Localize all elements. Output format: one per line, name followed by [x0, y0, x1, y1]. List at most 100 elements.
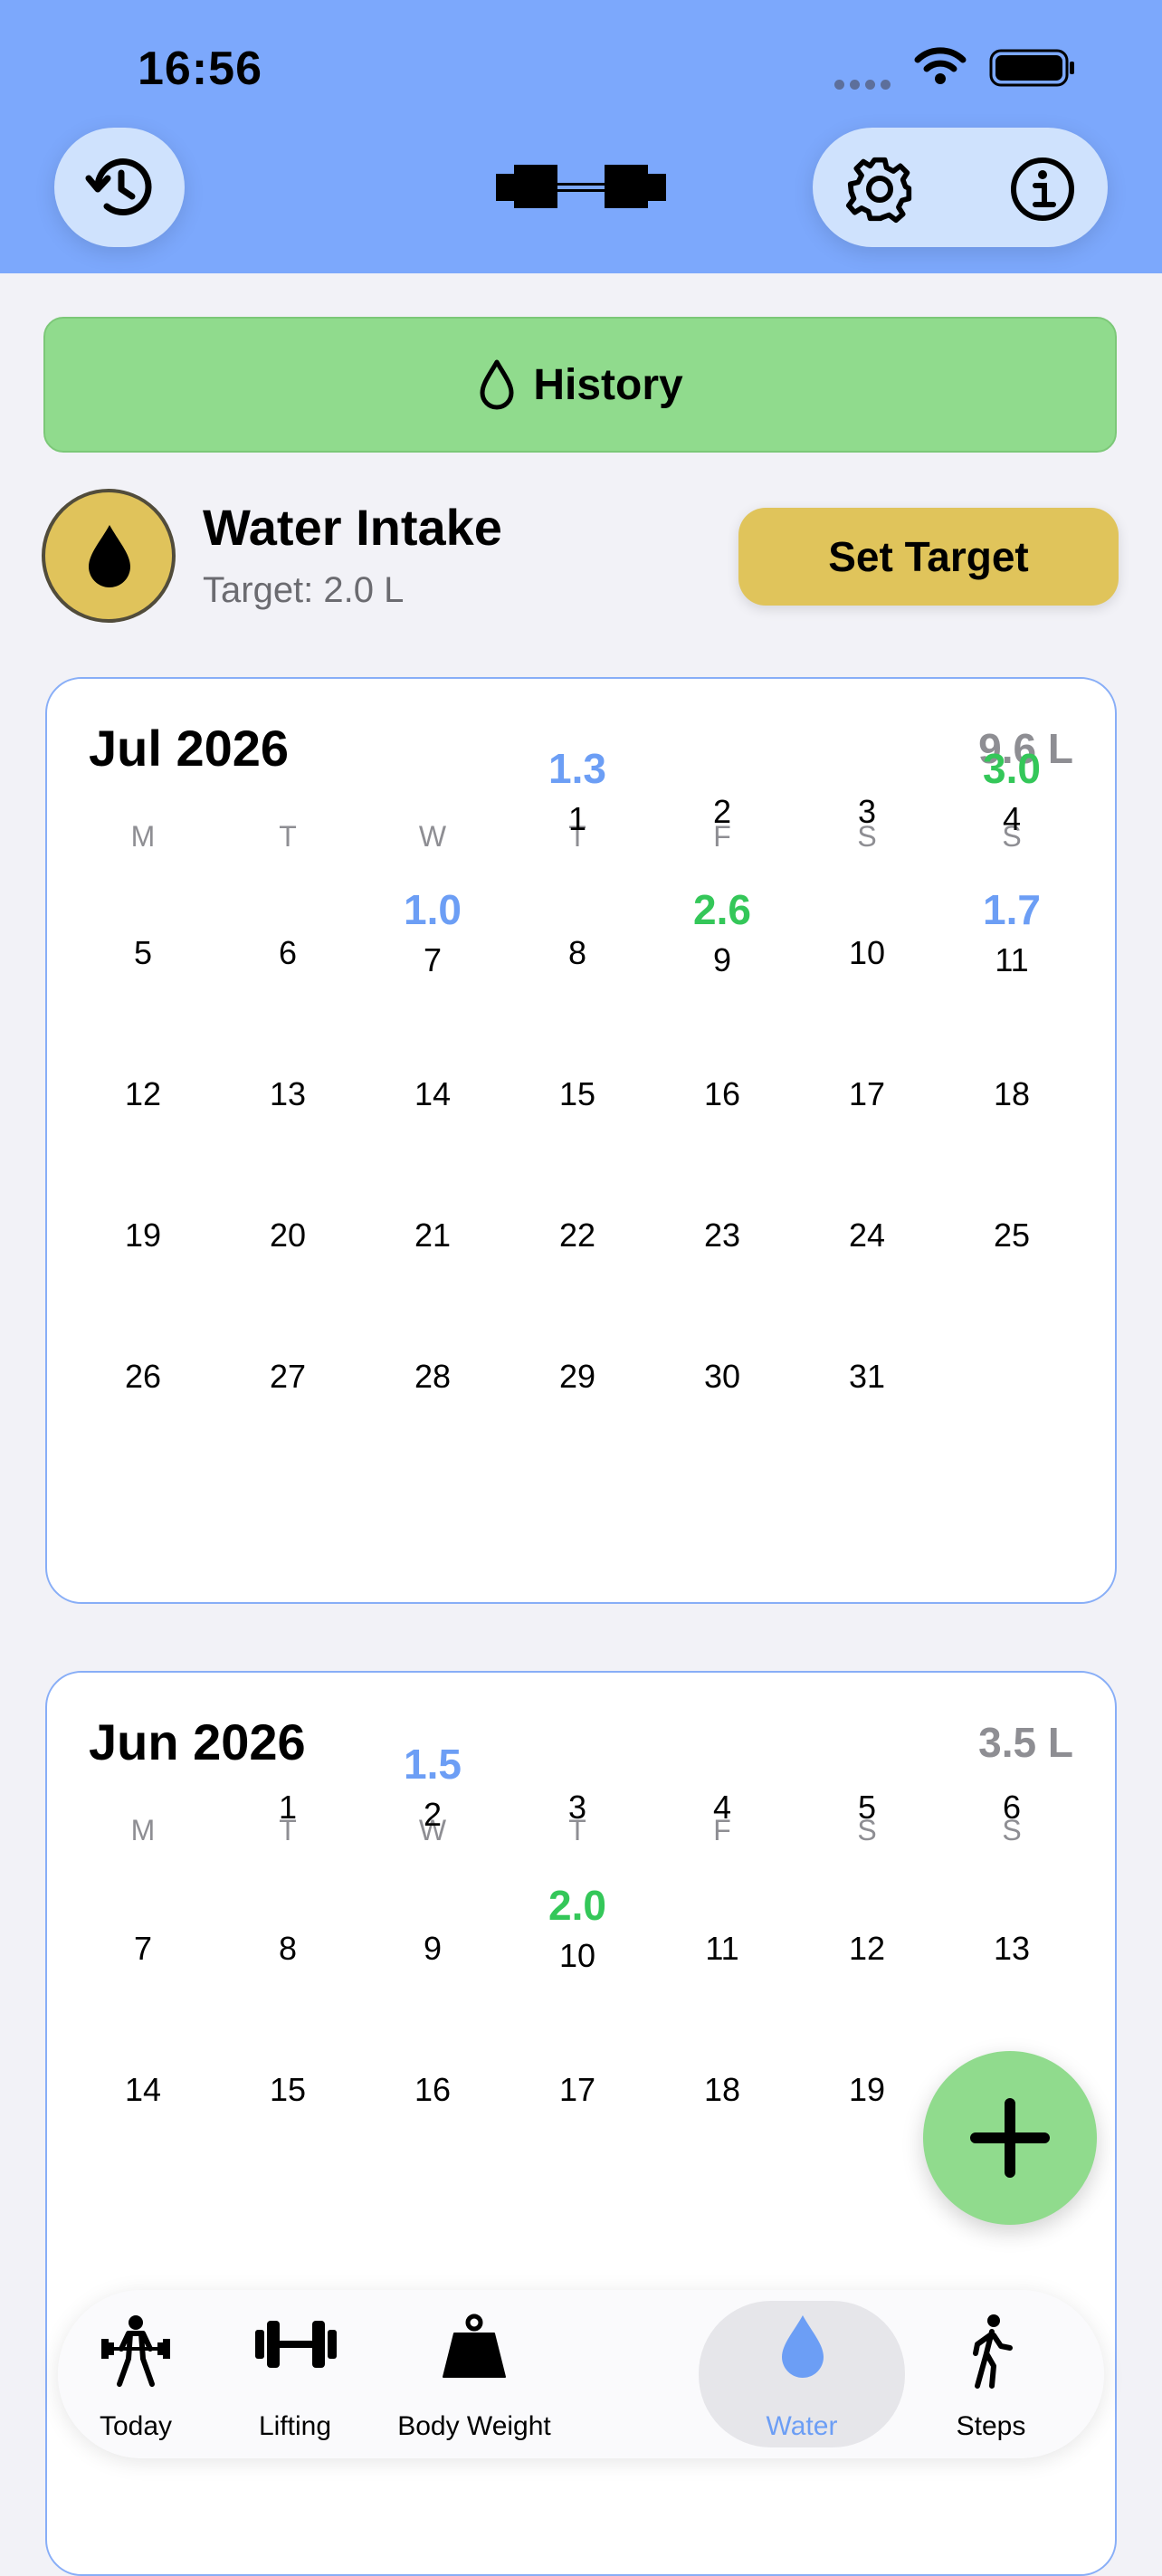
day-number: 3 — [857, 793, 877, 830]
calendar-day[interactable]: 6 — [948, 1740, 1075, 1866]
history-button[interactable]: History — [43, 317, 1117, 453]
month-title: Jul 2026 — [89, 720, 290, 777]
calendar-day[interactable]: 30 — [659, 1309, 786, 1436]
day-number: 15 — [269, 2071, 307, 2108]
day-number: 7 — [133, 1930, 153, 1967]
calendar-day[interactable]: 1 — [224, 1740, 351, 1866]
day-number: 3 — [567, 1789, 587, 1826]
water-intake-title: Water Intake — [203, 499, 502, 556]
water-target-text: Target: 2.0 L — [203, 570, 405, 610]
calendar-day[interactable]: 12 — [80, 1026, 206, 1153]
info-icon[interactable] — [1006, 153, 1079, 225]
day-number: 20 — [269, 1216, 307, 1254]
calendar-day[interactable]: 9 — [369, 1881, 496, 2008]
calendar-day[interactable]: 21 — [369, 1168, 496, 1294]
calendar-day[interactable]: 24 — [804, 1168, 930, 1294]
calendar-day[interactable]: 2.0 10 — [514, 1881, 641, 2008]
day-number: 24 — [848, 1216, 886, 1254]
calendar-day[interactable]: 1.3 1 — [514, 744, 641, 871]
day-number: 7 — [423, 941, 443, 978]
tab-steps[interactable]: Steps — [905, 2290, 1077, 2458]
calendar-day[interactable]: 28 — [369, 1309, 496, 1436]
day-water-amount: 1.5 — [404, 1741, 462, 1788]
calendar-day[interactable]: 16 — [659, 1026, 786, 1153]
calendar-day[interactable]: 15 — [514, 1026, 641, 1153]
calendar-day[interactable]: 10 — [804, 885, 930, 1012]
clock-arrow-icon — [85, 158, 152, 215]
calendar-day[interactable]: 18 — [948, 1026, 1075, 1153]
calendar-day[interactable]: 29 — [514, 1309, 641, 1436]
add-water-button[interactable] — [923, 2051, 1097, 2225]
calendar-day[interactable]: 13 — [948, 1881, 1075, 2008]
tab-label: Steps — [956, 2411, 1026, 2441]
calendar-day[interactable]: 2.6 9 — [659, 885, 786, 1012]
calendar-day[interactable]: 3 — [804, 744, 930, 871]
calendar-day[interactable]: 8 — [514, 885, 641, 1012]
calendar-day[interactable]: 22 — [514, 1168, 641, 1294]
calendar-day[interactable]: 1.5 2 — [369, 1740, 496, 1866]
calendar-day[interactable]: 7 — [80, 1881, 206, 2008]
day-number: 18 — [703, 2071, 741, 2108]
calendar-day[interactable]: 23 — [659, 1168, 786, 1294]
calendar-day[interactable]: 19 — [80, 1168, 206, 1294]
tab-water[interactable]: Water — [699, 2290, 905, 2458]
tab-today[interactable]: Today — [65, 2290, 206, 2458]
calendar-day[interactable]: 17 — [804, 1026, 930, 1153]
calendar-day[interactable]: 25 — [948, 1168, 1075, 1294]
day-number: 10 — [558, 1937, 596, 1974]
day-number: 31 — [848, 1358, 886, 1395]
day-number: 12 — [124, 1075, 162, 1112]
calendar-day[interactable]: 13 — [224, 1026, 351, 1153]
day-number: 15 — [558, 1075, 596, 1112]
calendar-day[interactable]: 14 — [369, 1026, 496, 1153]
tab-label: Body Weight — [397, 2411, 551, 2441]
calendar-day[interactable]: 12 — [804, 1881, 930, 2008]
calendar-day[interactable]: 27 — [224, 1309, 351, 1436]
tab-label: Lifting — [258, 2411, 332, 2441]
calendar-day[interactable]: 1.7 11 — [948, 885, 1075, 1012]
tab-label: Water — [766, 2411, 838, 2441]
calendar-day[interactable]: 3 — [514, 1740, 641, 1866]
history-nav-button[interactable] — [54, 128, 185, 247]
calendar-day[interactable]: 16 — [369, 2022, 496, 2149]
calendar-day[interactable]: 18 — [659, 2022, 786, 2149]
water-avatar — [42, 489, 176, 623]
day-number: 2 — [423, 1796, 443, 1833]
calendar-day[interactable]: 14 — [80, 2022, 206, 2149]
day-number: 8 — [278, 1930, 298, 1967]
tab-bar: Today Lifting Body Weight Water Steps — [58, 2290, 1104, 2458]
calendar-day[interactable]: 15 — [224, 2022, 351, 2149]
day-number: 13 — [269, 1075, 307, 1112]
calendar-day[interactable]: 26 — [80, 1309, 206, 1436]
tab-lifting[interactable]: Lifting — [206, 2290, 384, 2458]
calendar-day[interactable]: 3.0 4 — [948, 744, 1075, 871]
day-water-amount: 2.6 — [693, 886, 751, 933]
calendar-day[interactable]: 31 — [804, 1309, 930, 1436]
weightlifter-icon — [101, 2315, 170, 2387]
calendar-day[interactable]: 6 — [224, 885, 351, 1012]
calendar-day[interactable]: 19 — [804, 2022, 930, 2149]
calendar-day[interactable]: 5 — [80, 885, 206, 1012]
day-number: 4 — [712, 1789, 732, 1826]
cellular-signal-icon — [834, 78, 896, 94]
calendar-day[interactable]: 2 — [659, 744, 786, 871]
day-number: 27 — [269, 1358, 307, 1395]
calendar-day[interactable]: 17 — [514, 2022, 641, 2149]
set-target-button[interactable]: Set Target — [738, 508, 1119, 606]
day-number: 2 — [712, 793, 732, 830]
calendar-day[interactable]: 5 — [804, 1740, 930, 1866]
status-time: 16:56 — [138, 43, 262, 95]
calendar-day[interactable]: 8 — [224, 1881, 351, 2008]
calendar-day[interactable]: 20 — [224, 1168, 351, 1294]
calendar-day[interactable]: 1.0 7 — [369, 885, 496, 1012]
history-button-label: History — [533, 360, 683, 409]
gear-icon[interactable] — [843, 153, 916, 225]
tab-body-weight[interactable]: Body Weight — [384, 2290, 565, 2458]
day-number: 22 — [558, 1216, 596, 1254]
calendar-day[interactable]: 11 — [659, 1881, 786, 2008]
day-number: 25 — [993, 1216, 1031, 1254]
day-water-amount: 1.3 — [548, 745, 606, 792]
day-number: 1 — [278, 1789, 298, 1826]
calendar-day[interactable]: 4 — [659, 1740, 786, 1866]
day-number: 18 — [993, 1075, 1031, 1112]
